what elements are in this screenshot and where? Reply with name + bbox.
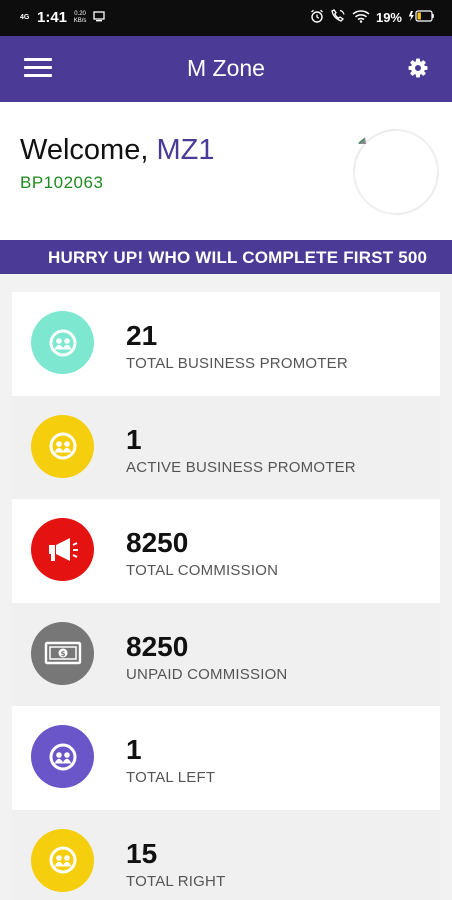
- app-bar: M Zone: [0, 36, 452, 102]
- announcement-text: HURRY UP! WHO WILL COMPLETE FIRST 500: [48, 248, 428, 267]
- stat-label: TOTAL BUSINESS PROMOTER: [126, 355, 348, 372]
- stat-label: UNPAID COMMISSION: [126, 665, 288, 683]
- people-icon: [31, 311, 94, 374]
- stat-label: ACTIVE BUSINESS PROMOTER: [126, 458, 356, 476]
- network-type: 4G: [20, 14, 30, 21]
- stat-card-total-business-promoter[interactable]: 21 TOTAL BUSINESS PROMOTER: [12, 292, 440, 396]
- member-id: BP102063: [20, 173, 104, 192]
- status-bar: 4G 1:41 0.20 KB/s 19%: [0, 0, 452, 36]
- stat-label: TOTAL RIGHT: [126, 872, 226, 890]
- welcome-greeting: Welcome,: [20, 134, 157, 166]
- stat-label: TOTAL LEFT: [126, 769, 216, 786]
- people-icon: [31, 725, 94, 788]
- avatar[interactable]: [346, 122, 446, 227]
- stat-value: 1: [126, 734, 142, 765]
- network-speed: 0.20 KB/s: [73, 10, 87, 24]
- cash-icon: $: [31, 621, 94, 685]
- stat-card-unpaid-commission[interactable]: $ 8250 UNPAID COMMISSION: [12, 602, 440, 706]
- stat-card-total-left[interactable]: 1 TOTAL LEFT: [12, 706, 440, 810]
- wifi-calling-icon: [330, 9, 346, 26]
- stat-card-active-business-promoter[interactable]: 1 ACTIVE BUSINESS PROMOTER: [12, 395, 440, 499]
- people-icon: [31, 414, 94, 478]
- stat-card-total-commission[interactable]: 8250 TOTAL COMMISSION: [12, 499, 440, 603]
- broken-image-icon: [358, 137, 366, 144]
- stats-list: 21 TOTAL BUSINESS PROMOTER 1 ACTIVE BUSI…: [12, 292, 440, 900]
- stat-label: TOTAL COMMISSION: [126, 562, 279, 579]
- megaphone-icon: [31, 518, 94, 581]
- alarm-icon: [310, 9, 324, 26]
- stat-value: 21: [126, 320, 158, 351]
- stat-value: 8250: [126, 527, 189, 558]
- wifi-icon: [352, 9, 370, 26]
- gear-icon[interactable]: [406, 56, 430, 80]
- battery-percent: 19%: [375, 10, 402, 25]
- stat-value: 1: [126, 423, 142, 455]
- screenshot-icon: [93, 10, 105, 25]
- stat-value: 8250: [126, 630, 189, 662]
- svg-text:$: $: [60, 650, 65, 658]
- status-time: 1:41: [37, 9, 68, 26]
- user-name: MZ1: [156, 134, 215, 166]
- stat-card-total-right[interactable]: 15 TOTAL RIGHT: [12, 809, 440, 900]
- app-title: M Zone: [187, 55, 265, 81]
- battery-charging-icon: [408, 10, 434, 25]
- welcome-heading: Welcome, MZ1: [20, 134, 214, 167]
- people-icon: [31, 828, 94, 892]
- announcement-banner: HURRY UP! WHO WILL COMPLETE FIRST 500: [0, 240, 452, 274]
- stat-value: 15: [126, 837, 158, 869]
